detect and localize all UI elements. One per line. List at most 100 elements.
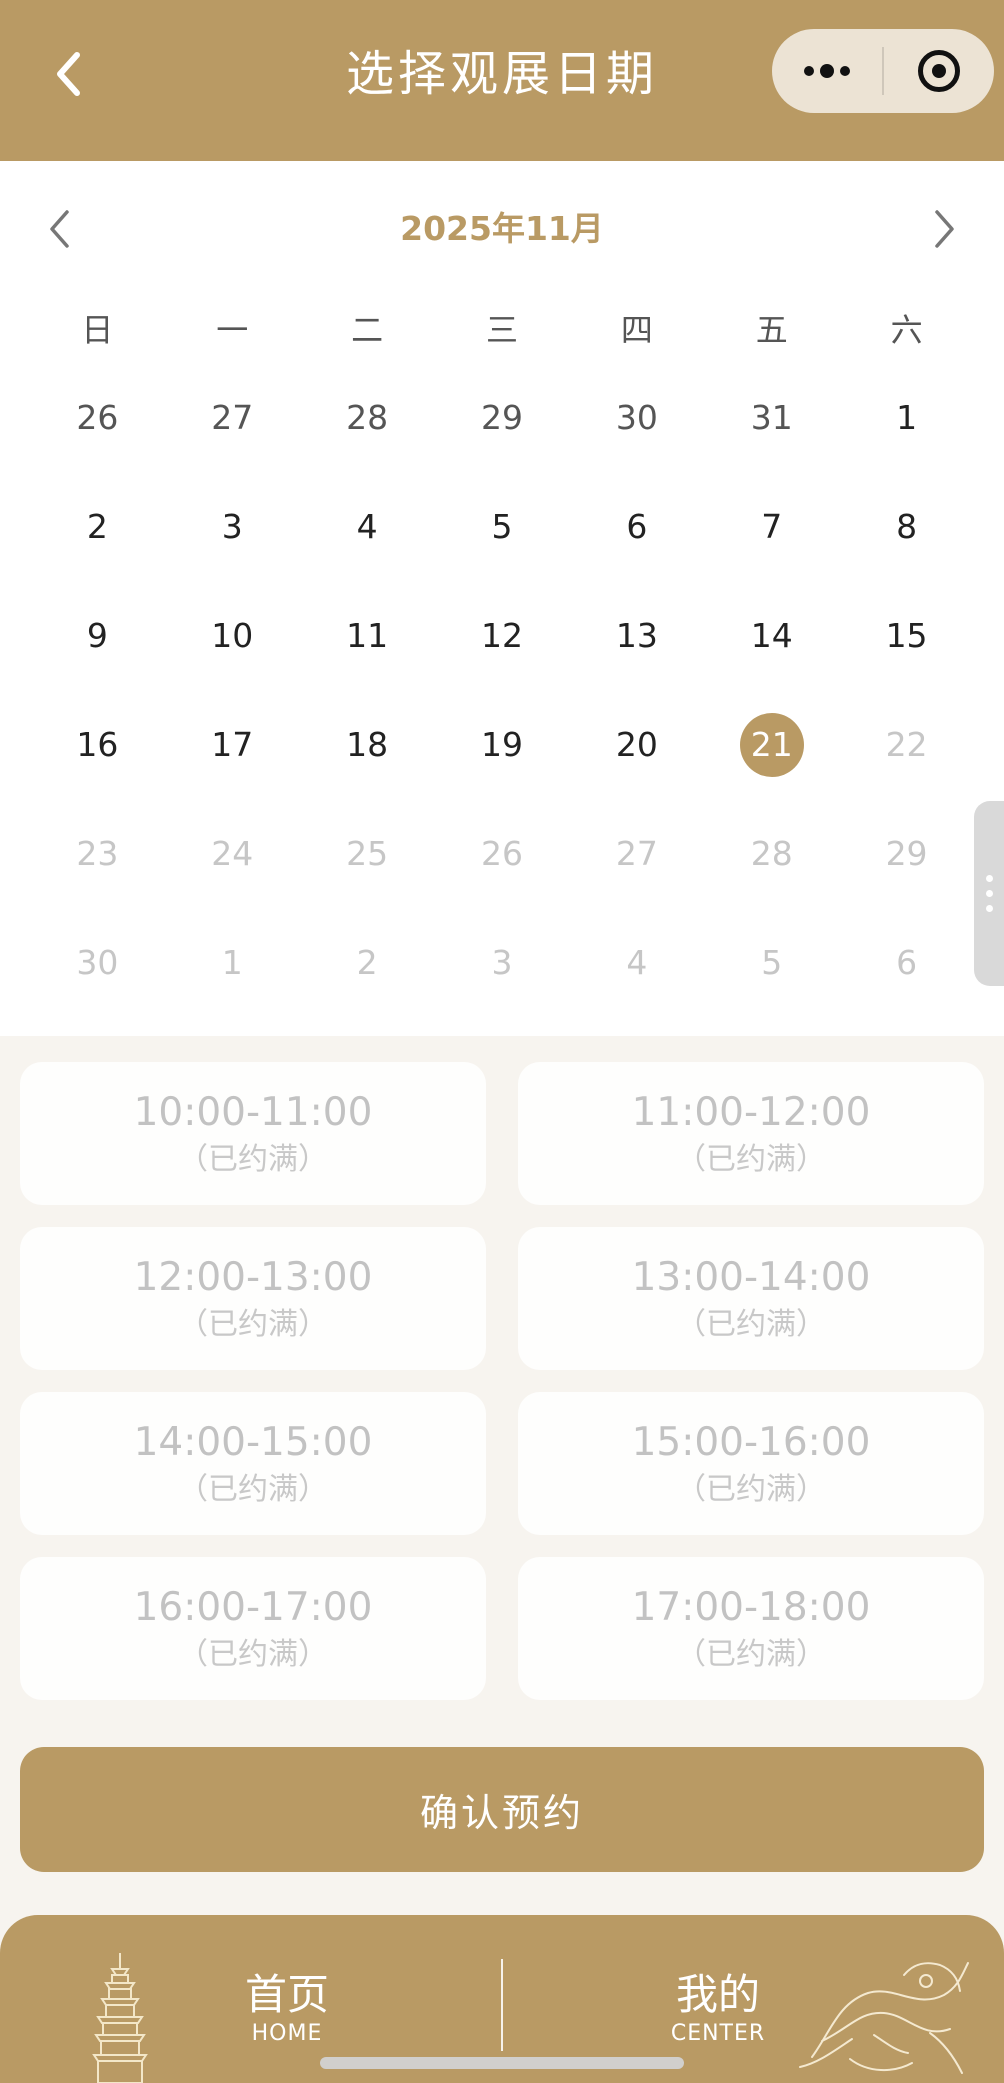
calendar-day-number: 1 [221, 943, 243, 982]
calendar-day: 1 [165, 908, 300, 1017]
calendar-day-number: 28 [750, 834, 793, 873]
calendar-day[interactable]: 5 [435, 472, 570, 581]
handle-dot [985, 890, 993, 897]
calendar-day-number: 1 [896, 398, 918, 437]
calendar-day-number: 22 [885, 725, 928, 764]
calendar-day-number: 4 [626, 943, 648, 982]
calendar-day: 22 [839, 690, 974, 799]
time-slot-time: 15:00-16:00 [631, 1419, 871, 1465]
close-miniprogram-button[interactable] [884, 29, 994, 113]
calendar-day: 27 [569, 799, 704, 908]
home-indicator [320, 2057, 684, 2069]
side-drawer-handle[interactable] [974, 801, 1004, 986]
time-slot-status: （已约满） [676, 1471, 826, 1507]
calendar-day: 30 [30, 908, 165, 1017]
calendar-day-selected[interactable]: 21 [704, 690, 839, 799]
time-slot-time: 10:00-11:00 [133, 1089, 373, 1135]
calendar-day: 27 [165, 363, 300, 472]
calendar-day-number: 11 [346, 616, 389, 655]
weekday-tuesday: 二 [351, 311, 384, 349]
time-slot-status: （已约满） [178, 1306, 328, 1342]
weekday-header: 日 一 二 三 四 五 六 [30, 306, 974, 354]
pagoda-icon [92, 1953, 148, 2083]
calendar-day-number: 29 [885, 834, 928, 873]
calendar-day[interactable]: 2 [30, 472, 165, 581]
weekday-friday: 五 [755, 311, 788, 349]
time-slot-status: （已约满） [676, 1141, 826, 1177]
calendar-day-number: 30 [615, 398, 658, 437]
handle-dot [985, 905, 993, 912]
next-month-button[interactable] [912, 197, 976, 261]
calendar-day: 2 [300, 908, 435, 1017]
calendar-day[interactable]: 20 [569, 690, 704, 799]
calendar-day-number: 24 [211, 834, 254, 873]
time-slot-status: （已约满） [178, 1141, 328, 1177]
calendar-day[interactable]: 9 [30, 581, 165, 690]
weekday-thursday: 四 [620, 311, 653, 349]
time-slot-card[interactable]: 13:00-14:00 （已约满） [518, 1227, 984, 1370]
calendar-day[interactable]: 17 [165, 690, 300, 799]
calendar-day-number: 30 [76, 943, 119, 982]
calendar-day-number: 13 [615, 616, 658, 655]
calendar-day[interactable]: 18 [300, 690, 435, 799]
calendar-day[interactable]: 8 [839, 472, 974, 581]
calendar-day-number: 6 [626, 507, 648, 546]
calendar-day-number: 3 [221, 507, 243, 546]
calendar-day: 28 [704, 799, 839, 908]
time-slot-card[interactable]: 17:00-18:00 （已约满） [518, 1557, 984, 1700]
nav-center[interactable]: 我的 CENTER [648, 1970, 788, 2048]
calendar-day-number: 21 [739, 712, 804, 777]
calendar-day[interactable]: 1 [839, 363, 974, 472]
calendar-day: 26 [435, 799, 570, 908]
calendar-day-number: 4 [356, 507, 378, 546]
calendar-day: 4 [569, 908, 704, 1017]
calendar-day[interactable]: 15 [839, 581, 974, 690]
more-button[interactable] [772, 29, 882, 113]
nav-center-subtitle: CENTER [670, 2021, 766, 2046]
calendar-day[interactable]: 10 [165, 581, 300, 690]
calendar-day: 24 [165, 799, 300, 908]
nav-home[interactable]: 首页 HOME [217, 1970, 357, 2048]
calendar-day-number: 5 [761, 943, 783, 982]
calendar-day-number: 23 [76, 834, 119, 873]
top-navigation-bar: 选择观展日期 [0, 0, 1004, 161]
calendar-day[interactable]: 19 [435, 690, 570, 799]
time-slot-card[interactable]: 14:00-15:00 （已约满） [20, 1392, 486, 1535]
time-slot-status: （已约满） [676, 1306, 826, 1342]
calendar-day-number: 14 [750, 616, 793, 655]
time-slot-card[interactable]: 15:00-16:00 （已约满） [518, 1392, 984, 1535]
calendar-day[interactable]: 13 [569, 581, 704, 690]
time-slot-card[interactable]: 12:00-13:00 （已约满） [20, 1227, 486, 1370]
calendar-day[interactable]: 6 [569, 472, 704, 581]
time-slot-card[interactable]: 11:00-12:00 （已约满） [518, 1062, 984, 1205]
calendar-day[interactable]: 7 [704, 472, 839, 581]
calendar-day-number: 18 [346, 725, 389, 764]
calendar-day-number: 26 [76, 398, 119, 437]
calendar-day-number: 20 [615, 725, 658, 764]
calendar-day-number: 7 [761, 507, 783, 546]
time-slot-card[interactable]: 16:00-17:00 （已约满） [20, 1557, 486, 1700]
calendar-day: 3 [435, 908, 570, 1017]
calendar-day: 6 [839, 908, 974, 1017]
calendar-day: 23 [30, 799, 165, 908]
time-slot-time: 16:00-17:00 [133, 1584, 373, 1630]
calendar-day-number: 5 [491, 507, 513, 546]
time-slot-card[interactable]: 10:00-11:00 （已约满） [20, 1062, 486, 1205]
calendar-day[interactable]: 11 [300, 581, 435, 690]
calendar-day[interactable]: 4 [300, 472, 435, 581]
calendar-day: 26 [30, 363, 165, 472]
calendar-day: 25 [300, 799, 435, 908]
chevron-right-icon [935, 210, 954, 248]
calendar-day-number: 12 [480, 616, 523, 655]
calendar-day[interactable]: 14 [704, 581, 839, 690]
calendar-day-number: 15 [885, 616, 928, 655]
nav-center-label: 我的 [675, 1970, 760, 2019]
calendar-day: 29 [435, 363, 570, 472]
calendar-day[interactable]: 3 [165, 472, 300, 581]
weekday-monday: 一 [216, 311, 249, 349]
calendar-day[interactable]: 12 [435, 581, 570, 690]
target-icon [918, 50, 960, 92]
confirm-booking-button[interactable]: 确认预约 [20, 1747, 984, 1872]
calendar-day: 30 [569, 363, 704, 472]
calendar-day[interactable]: 16 [30, 690, 165, 799]
